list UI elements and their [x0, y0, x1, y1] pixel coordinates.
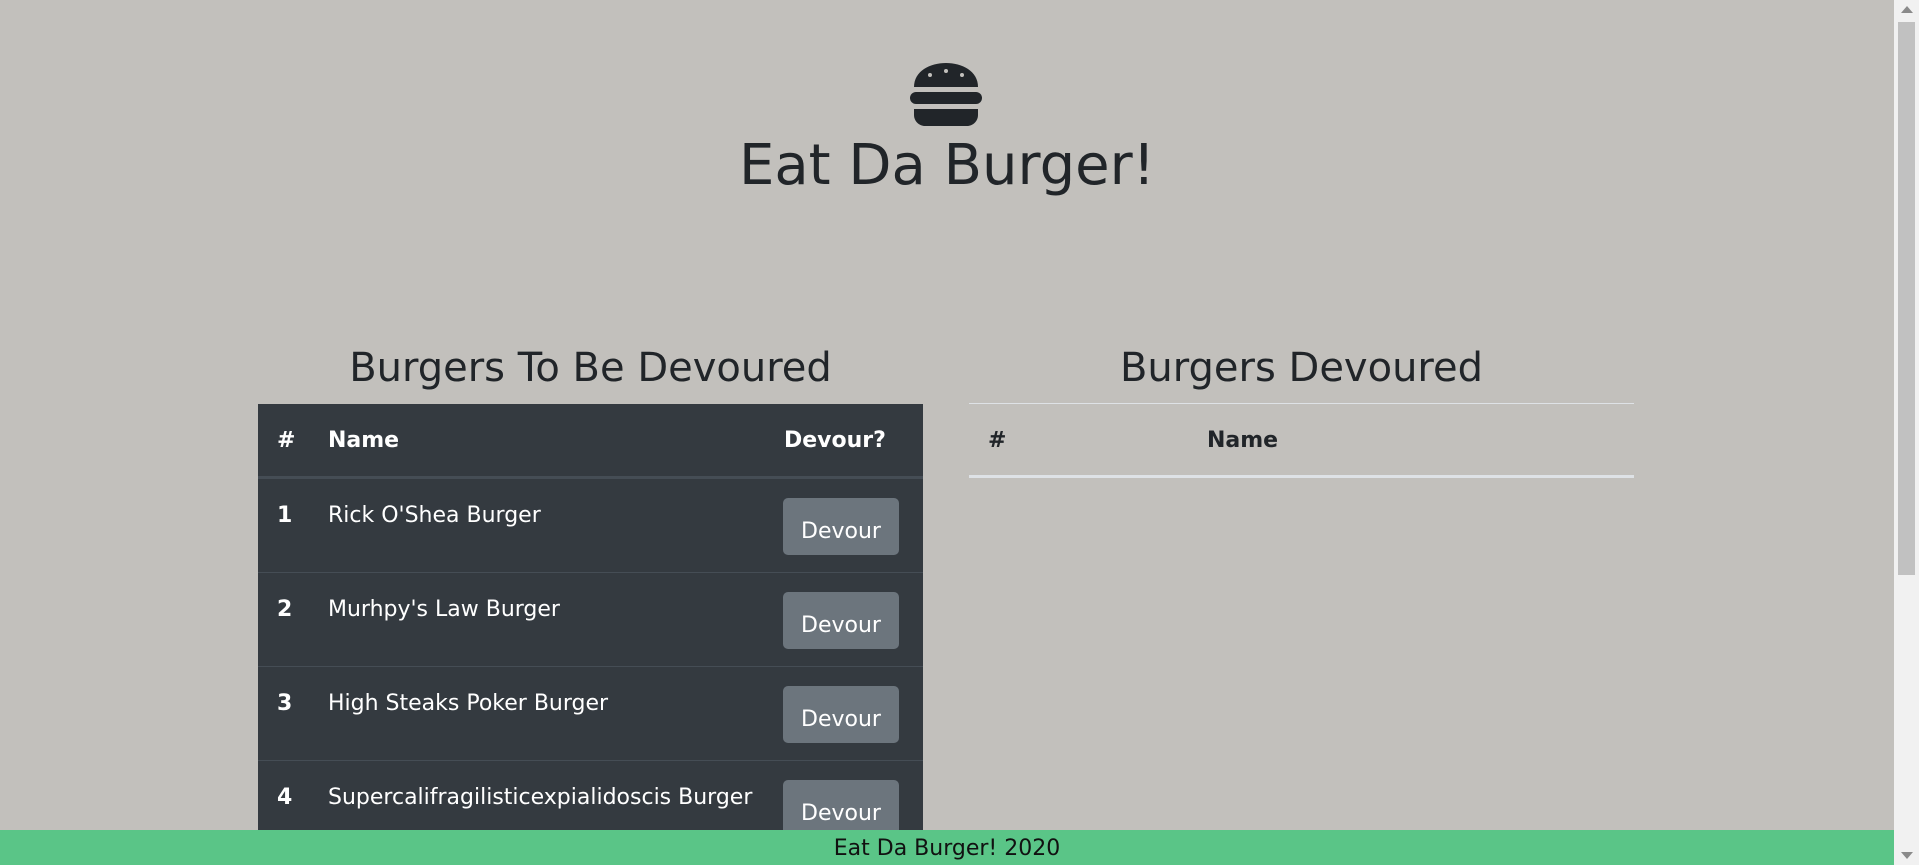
hamburger-icon	[910, 63, 982, 126]
footer: Eat Da Burger! 2020	[0, 830, 1894, 865]
burger-name: Supercalifragilisticexpialidoscis Burger	[328, 785, 753, 810]
column-header-name: Name	[1207, 428, 1279, 453]
row-number: 1	[277, 503, 293, 528]
scrollbar-thumb[interactable]	[1898, 22, 1915, 575]
column-header-name: Name	[328, 428, 400, 453]
table-header: # Name Devour?	[258, 404, 923, 479]
devour-button[interactable]: Devour	[783, 592, 899, 649]
to-devour-table: # Name Devour? 1 Rick O'Shea Burger Devo…	[258, 404, 923, 855]
page: Eat Da Burger! Burgers To Be Devoured Bu…	[0, 0, 1919, 865]
table-row: 2 Murhpy's Law Burger Devour	[258, 573, 923, 667]
to-devour-heading: Burgers To Be Devoured	[349, 345, 832, 391]
table-header: # Name	[969, 404, 1634, 478]
row-number: 2	[277, 597, 293, 622]
column-header-number: #	[277, 428, 296, 453]
column-header-devour: Devour?	[784, 428, 886, 453]
devoured-table: # Name	[969, 403, 1634, 478]
scroll-up-icon[interactable]	[1901, 6, 1913, 13]
row-number: 3	[277, 691, 293, 716]
table-row: 1 Rick O'Shea Burger Devour	[258, 479, 923, 573]
scroll-down-icon[interactable]	[1901, 852, 1913, 859]
column-header-number: #	[988, 428, 1007, 453]
devour-button[interactable]: Devour	[783, 780, 899, 837]
table-row: 3 High Steaks Poker Burger Devour	[258, 667, 923, 761]
burger-name: Rick O'Shea Burger	[328, 503, 541, 528]
row-number: 4	[277, 785, 293, 810]
devour-button[interactable]: Devour	[783, 686, 899, 743]
vertical-scrollbar[interactable]	[1894, 0, 1919, 865]
burger-name: High Steaks Poker Burger	[328, 691, 609, 716]
devour-button[interactable]: Devour	[783, 498, 899, 555]
devoured-heading: Burgers Devoured	[1119, 345, 1483, 391]
page-title: Eat Da Burger!	[738, 133, 1156, 198]
burger-name: Murhpy's Law Burger	[328, 597, 560, 622]
